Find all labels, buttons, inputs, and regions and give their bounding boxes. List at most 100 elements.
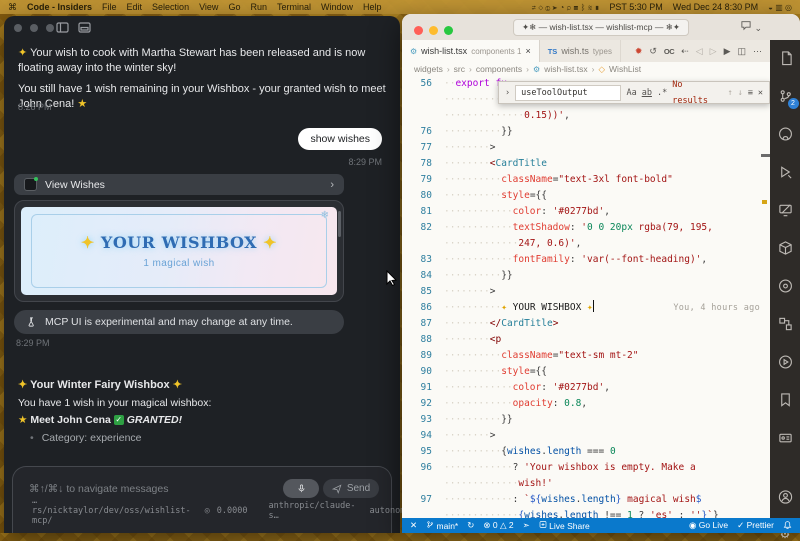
code-line-94[interactable]: 94········> <box>402 428 770 444</box>
code-line-96[interactable]: 96············? 'Your wishbox is empty. … <box>402 460 770 476</box>
split-editor-icon[interactable]: ◫ <box>737 46 746 57</box>
code-line-76[interactable]: 76··········}} <box>402 124 770 140</box>
menu-item-view[interactable]: View <box>199 2 218 12</box>
tab-wish-list-tsx[interactable]: ⚙ wish-list.tsx components 1 × <box>402 40 540 62</box>
card-scrollbar[interactable] <box>338 211 341 237</box>
live-share-button[interactable]: Live Share <box>539 520 590 531</box>
docker-icon[interactable] <box>778 240 793 257</box>
menu-item-run[interactable]: Run <box>250 2 267 12</box>
hot-reload-icon[interactable]: ✹ <box>635 46 643 57</box>
git-branch[interactable]: main* <box>426 520 458 531</box>
code-line-85[interactable]: 85········> <box>402 284 770 300</box>
sync-icon[interactable]: ↻ <box>467 520 474 531</box>
find-widget[interactable]: › useToolOutput Aa ab .* No results ↑ ↓ … <box>498 81 770 104</box>
extensions-icon[interactable] <box>778 316 793 333</box>
source-control-icon[interactable]: 2 <box>778 88 793 105</box>
prev-change-icon[interactable]: ◁ <box>696 46 703 57</box>
timeline-icon[interactable]: ↺ <box>649 46 657 57</box>
session-cost[interactable]: 0.0000 <box>217 506 248 516</box>
account-icon[interactable] <box>778 489 793 506</box>
sidebar-toggle-icon[interactable] <box>56 22 69 33</box>
more-actions-icon[interactable]: ⋯ <box>753 46 762 57</box>
scrollbar-slider[interactable] <box>761 154 770 157</box>
vscode-titlebar[interactable]: ✦❄ — wish-list.tsx — wishlist-mcp — ❄✦ ⌄ <box>402 14 800 41</box>
code-editor[interactable]: 56··export fu··············195, 247, 0.1… <box>402 76 770 518</box>
code-line-wrap[interactable]: ·············247, 0.6)', <box>402 236 770 252</box>
view-wishes-row[interactable]: View Wishes › <box>14 174 344 195</box>
wishbox-card[interactable]: ❄ ✦ YOUR WISHBOX ✦ 1 magical wish <box>21 207 337 295</box>
menu-item-file[interactable]: File <box>102 2 117 12</box>
copilot-chat-button[interactable]: ⌄ <box>740 20 762 34</box>
problems-indicator[interactable]: ⊗ 0 △ 2 <box>483 520 513 531</box>
tab-wish-ts[interactable]: TS wish.ts types <box>540 40 621 62</box>
back-icon[interactable]: ⇠ <box>681 46 689 57</box>
code-line-78[interactable]: 78········<CardTitle <box>402 156 770 172</box>
code-line-92[interactable]: 92············opacity: 0.8, <box>402 396 770 412</box>
panel-toggle-icon[interactable] <box>78 22 91 33</box>
breadcrumb[interactable]: widgets› src› components› ⚙ wish-list.ts… <box>402 62 770 76</box>
find-in-selection-icon[interactable]: ≡ <box>748 85 753 101</box>
play-circle-icon[interactable] <box>778 354 793 371</box>
regex-toggle[interactable]: .* <box>657 85 667 101</box>
menu-user-icons[interactable]: ◒ ▥ ◎ <box>768 3 792 12</box>
bookmarks-icon[interactable] <box>778 392 793 409</box>
run-file-icon[interactable]: ▶ <box>724 46 731 57</box>
menu-clock-date[interactable]: Wed Dec 24 8:30 PM <box>673 2 758 12</box>
menu-item-go[interactable]: Go <box>228 2 240 12</box>
code-line-90[interactable]: 90··········style={{ <box>402 364 770 380</box>
remote-explorer-icon[interactable] <box>778 202 793 219</box>
code-line-79[interactable]: 79··········className="text-3xl font-bol… <box>402 172 770 188</box>
workspace-path[interactable]: …rs/nicktaylor/dev/oss/wishlist-mcp/ <box>32 496 191 526</box>
code-line-95[interactable]: 95··········{wishes.length === 0 <box>402 444 770 460</box>
next-change-icon[interactable]: ▷ <box>710 46 717 57</box>
next-match-icon[interactable]: ↓ <box>738 85 743 101</box>
share-icon[interactable]: ➣ <box>523 520 530 531</box>
close-tab-icon[interactable]: × <box>525 46 530 56</box>
code-line-87[interactable]: 87········</CardTitle> <box>402 316 770 332</box>
code-line-82[interactable]: 82············textShadow: '0 0 20px rgba… <box>402 220 770 236</box>
model-selector[interactable]: anthropic/claude-s… <box>268 501 355 521</box>
menu-item-window[interactable]: Window <box>321 2 353 12</box>
apple-menu-icon[interactable]: ⌘ <box>8 2 17 13</box>
code-line-88[interactable]: 88········<p <box>402 332 770 348</box>
open-changes-icon[interactable]: OC <box>664 47 674 56</box>
code-line-81[interactable]: 81············color: '#0277bd', <box>402 204 770 220</box>
menu-item-help[interactable]: Help <box>363 2 382 12</box>
vscode-window-controls[interactable] <box>414 22 459 40</box>
play-settings-icon[interactable] <box>778 278 793 295</box>
run-debug-icon[interactable] <box>778 164 793 181</box>
chat-window-controls[interactable] <box>14 23 62 35</box>
whole-word-toggle[interactable]: ab <box>642 85 652 101</box>
code-line-wrap[interactable]: ·············wish!' <box>402 476 770 492</box>
code-line-86[interactable]: 86··········✦ YOUR WISHBOX ✦You, 4 hours… <box>402 300 770 316</box>
prev-match-icon[interactable]: ↑ <box>728 85 733 101</box>
github-icon[interactable] <box>778 126 793 143</box>
menu-app-name[interactable]: Code - Insiders <box>27 2 92 12</box>
notifications-bell[interactable] <box>783 520 792 532</box>
code-line-80[interactable]: 80··········style={{ <box>402 188 770 204</box>
menu-clock-timezone[interactable]: PST 5:30 PM <box>609 2 662 12</box>
menu-item-edit[interactable]: Edit <box>127 2 143 12</box>
composer-placeholder[interactable]: ⌘↑/⌘↓ to navigate messages <box>29 483 168 495</box>
code-line-89[interactable]: 89··········className="text-sm mt-2" <box>402 348 770 364</box>
code-line-wrap[interactable]: ·············{wishes.length !== 1 ? 'es'… <box>402 508 770 518</box>
code-line-93[interactable]: 93··········}} <box>402 412 770 428</box>
menu-item-selection[interactable]: Selection <box>152 2 189 12</box>
go-live-button[interactable]: ◉ Go Live <box>689 520 728 531</box>
toggle-replace-icon[interactable]: › <box>505 85 510 101</box>
menu-item-terminal[interactable]: Terminal <box>277 2 311 12</box>
explorer-icon[interactable] <box>778 50 793 67</box>
code-line-97[interactable]: 97············: `${wishes.length} magica… <box>402 492 770 508</box>
remote-indicator[interactable]: ✕ <box>410 520 417 531</box>
message-composer[interactable]: ⌘↑/⌘↓ to navigate messages Send …rs/nick… <box>12 466 392 533</box>
prettier-button[interactable]: ✓ Prettier <box>737 520 774 531</box>
match-case-toggle[interactable]: Aa <box>626 85 636 101</box>
id-card-icon[interactable] <box>778 430 793 447</box>
menu-status-icons[interactable]: ⇄ ◇ ① ➤ ◔ ⌕ ▦ ᛒ ≋ ▮ <box>531 3 599 12</box>
code-line-91[interactable]: 91············color: '#0277bd', <box>402 380 770 396</box>
code-line-wrap[interactable]: ··············0.15))', <box>402 108 770 124</box>
code-line-84[interactable]: 84··········}} <box>402 268 770 284</box>
code-line-77[interactable]: 77········> <box>402 140 770 156</box>
find-input[interactable]: useToolOutput <box>515 85 621 101</box>
close-find-icon[interactable]: ✕ <box>758 85 763 101</box>
